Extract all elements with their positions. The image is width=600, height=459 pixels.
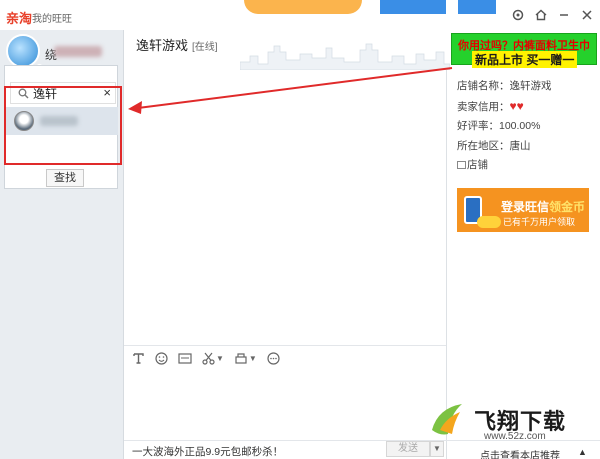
more-icon[interactable] xyxy=(267,352,280,365)
dropdown-arrow-icon[interactable]: ▼ xyxy=(216,354,224,363)
minimize-icon[interactable] xyxy=(556,7,571,22)
watermark-url: www.52z.com xyxy=(484,431,546,442)
send-options-dropdown[interactable]: ▼ xyxy=(430,441,444,457)
screenshot-icon[interactable] xyxy=(178,352,192,365)
settings-icon[interactable] xyxy=(510,7,525,22)
coins-icon xyxy=(477,216,501,228)
brand-logo: 亲淘 xyxy=(6,11,33,26)
find-button[interactable]: 查找 xyxy=(46,169,84,187)
text-format-icon[interactable] xyxy=(132,352,145,365)
seller-credit: 卖家信用：♥♥ xyxy=(457,97,552,118)
chat-window: 亲淘 我的旺旺 绕 逸轩 × 查找 逸轩游戏 [在线] 你用过吗？内裤面料卫生巾… xyxy=(0,0,600,459)
input-toolbar: ▼ ▼ xyxy=(124,345,446,371)
brand-subtitle: 我的旺旺 xyxy=(32,14,72,25)
close-icon[interactable] xyxy=(579,7,594,22)
store-link[interactable]: 店铺 xyxy=(457,156,552,176)
promo-banner[interactable]: 登录旺信领金币 已有千万用户领取 xyxy=(457,188,589,232)
chat-status: [在线] xyxy=(192,42,218,53)
shop-info: 店铺名称：逸轩游戏 卖家信用：♥♥ 好评率：100.00% 所在地区：唐山 店铺 xyxy=(457,77,552,176)
promo-title-highlight: 领金币 xyxy=(549,200,586,214)
send-button[interactable]: 发送 xyxy=(386,441,430,457)
header-decoration xyxy=(244,0,362,14)
promo-title: 登录旺信领金币 xyxy=(501,198,585,215)
shop-name: 店铺名称：逸轩游戏 xyxy=(457,80,552,92)
user-avatar[interactable] xyxy=(6,34,40,68)
expand-arrow-icon[interactable]: ▲ xyxy=(578,447,587,457)
store-link-label: 店铺 xyxy=(467,159,488,171)
emoji-icon[interactable] xyxy=(155,352,168,365)
marquee-promo[interactable]: 一大波海外正品9.9元包邮秒杀！ xyxy=(132,444,283,459)
home-icon[interactable] xyxy=(533,7,548,22)
chat-title: 逸轩游戏 xyxy=(136,38,189,53)
region: 所在地区：唐山 xyxy=(457,139,531,152)
ad-line-2: 新品上市 买一赠一 xyxy=(472,51,578,68)
rating: 好评率：100.00% xyxy=(457,120,541,132)
header-decoration-blue xyxy=(380,0,446,14)
promo-subtitle: 已有千万用户领取 xyxy=(503,217,576,227)
user-name-redacted xyxy=(54,46,102,57)
watermark-logo xyxy=(432,404,462,435)
heart-icon: ♥♥ xyxy=(509,98,524,113)
ad-banner[interactable]: 你用过吗？内裤面料卫生巾 新品上市 买一赠一 xyxy=(451,33,597,68)
store-icon xyxy=(457,161,466,169)
window-controls xyxy=(510,7,594,22)
skyline-decoration xyxy=(240,43,450,70)
title-bar: 亲淘 我的旺旺 xyxy=(0,0,600,30)
stamp-icon[interactable]: ▼ xyxy=(234,352,257,365)
store-recommend-link[interactable]: 点击查看本店推荐 xyxy=(480,447,560,459)
header-decoration-blue-2 xyxy=(458,0,496,14)
contact-panel: 绕 × 查找 xyxy=(0,30,124,459)
seller-credit-label: 卖家信用： xyxy=(457,100,510,113)
scissors-icon[interactable]: ▼ xyxy=(202,352,224,365)
highlight-box xyxy=(4,86,122,165)
promo-title-prefix: 登录旺信 xyxy=(501,200,550,214)
dropdown-arrow-icon[interactable]: ▼ xyxy=(249,354,257,363)
